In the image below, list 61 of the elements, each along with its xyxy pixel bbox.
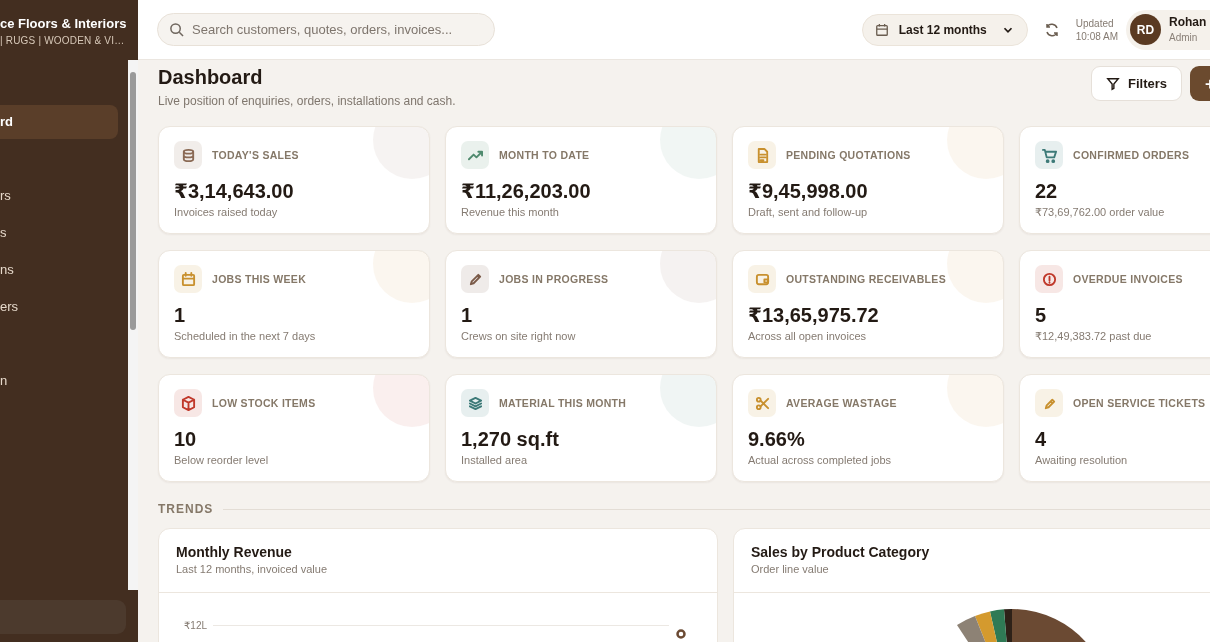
card-label: MATERIAL THIS MONTH	[499, 397, 627, 409]
card-note: Awaiting resolution	[1035, 454, 1129, 466]
card-value: ₹3,14,643.00	[174, 179, 295, 203]
page-subtitle: Live position of enquiries, orders, installations and cash.	[158, 94, 457, 108]
card-note: Revenue this month	[461, 206, 560, 218]
card-value: ₹9,45,998.00	[748, 179, 869, 203]
chart-subtitle: Last 12 months, invoiced value	[176, 563, 329, 575]
card-note: ₹73,69,762.00 order value	[1035, 206, 1166, 219]
card-value: 10	[174, 427, 198, 451]
card-note: Crews on site right now	[461, 330, 577, 342]
card-label: PENDING QUOTATIONS	[786, 149, 911, 161]
card-value: 1,270 sq.ft	[461, 427, 560, 451]
card-label: MONTH TO DATE	[499, 149, 590, 161]
sidebar-item[interactable]: rs	[0, 179, 118, 213]
sidebar-item[interactable]: rd	[0, 105, 118, 139]
card-note: Invoices raised today	[174, 206, 279, 218]
card-value: 1	[461, 303, 474, 327]
chart-title: Monthly Revenue	[176, 544, 293, 560]
avatar: RD	[1130, 14, 1161, 45]
card-label: OVERDUE INVOICES	[1073, 273, 1183, 285]
card-label: OPEN SERVICE TICKETS	[1073, 397, 1206, 409]
axis-label: ₹12L	[184, 619, 208, 631]
card-value: 5	[1035, 303, 1048, 327]
card-value: 9.66%	[748, 427, 806, 451]
card-label: JOBS THIS WEEK	[212, 273, 307, 285]
sidebar-item[interactable]: ers	[0, 290, 118, 324]
brand-tagline: | RUGS | WOODEN & VI…	[0, 35, 126, 46]
chart-subtitle: Order line value	[751, 563, 830, 575]
card-label: OUTSTANDING RECEIVABLES	[786, 273, 946, 285]
updated-label: Updated	[1075, 16, 1115, 30]
card-value: 22	[1035, 179, 1059, 203]
sidebar-item[interactable]: s	[0, 216, 118, 250]
filters-button[interactable]: Filters	[1091, 66, 1182, 101]
card-label: LOW STOCK ITEMS	[212, 397, 316, 409]
card-note: ₹12,49,383.72 past due	[1035, 330, 1153, 343]
sidebar-item[interactable]: ns	[0, 253, 118, 287]
card-label: JOBS IN PROGRESS	[499, 273, 609, 285]
user-name: Rohan	[1169, 14, 1207, 30]
sidebar-item[interactable]: n	[0, 364, 118, 398]
card-label: TODAY'S SALES	[212, 149, 299, 161]
card-note: Below reorder level	[174, 454, 270, 466]
user-role: Admin	[1169, 30, 1199, 45]
brand-name: ce Floors & Interiors	[0, 16, 128, 31]
section-heading: TRENDS	[158, 502, 214, 516]
card-note: Actual across completed jobs	[748, 454, 893, 466]
card-value: ₹13,65,975.72	[748, 303, 880, 327]
card-value: 1	[174, 303, 187, 327]
card-note: Across all open invoices	[748, 330, 867, 342]
card-note: Draft, sent and follow-up	[748, 206, 869, 218]
card-label: CONFIRMED ORDERS	[1073, 149, 1190, 161]
card-value: ₹11,26,203.00	[461, 179, 592, 203]
period-dropdown[interactable]: Last 12 months	[861, 13, 1028, 46]
chart-title: Sales by Product Category	[751, 544, 931, 560]
card-label: AVERAGE WASTAGE	[786, 397, 897, 409]
user-chip[interactable]: RD Rohan Admin	[1126, 9, 1210, 50]
card-note: Scheduled in the next 7 days	[174, 330, 317, 342]
updated-time: 10:08 AM	[1075, 29, 1118, 43]
page-title: Dashboard	[158, 65, 264, 90]
search-field[interactable]: Search customers, quotes, orders, invoices...	[157, 13, 495, 46]
card-note: Installed area	[461, 454, 529, 466]
card-value: 4	[1035, 427, 1048, 451]
